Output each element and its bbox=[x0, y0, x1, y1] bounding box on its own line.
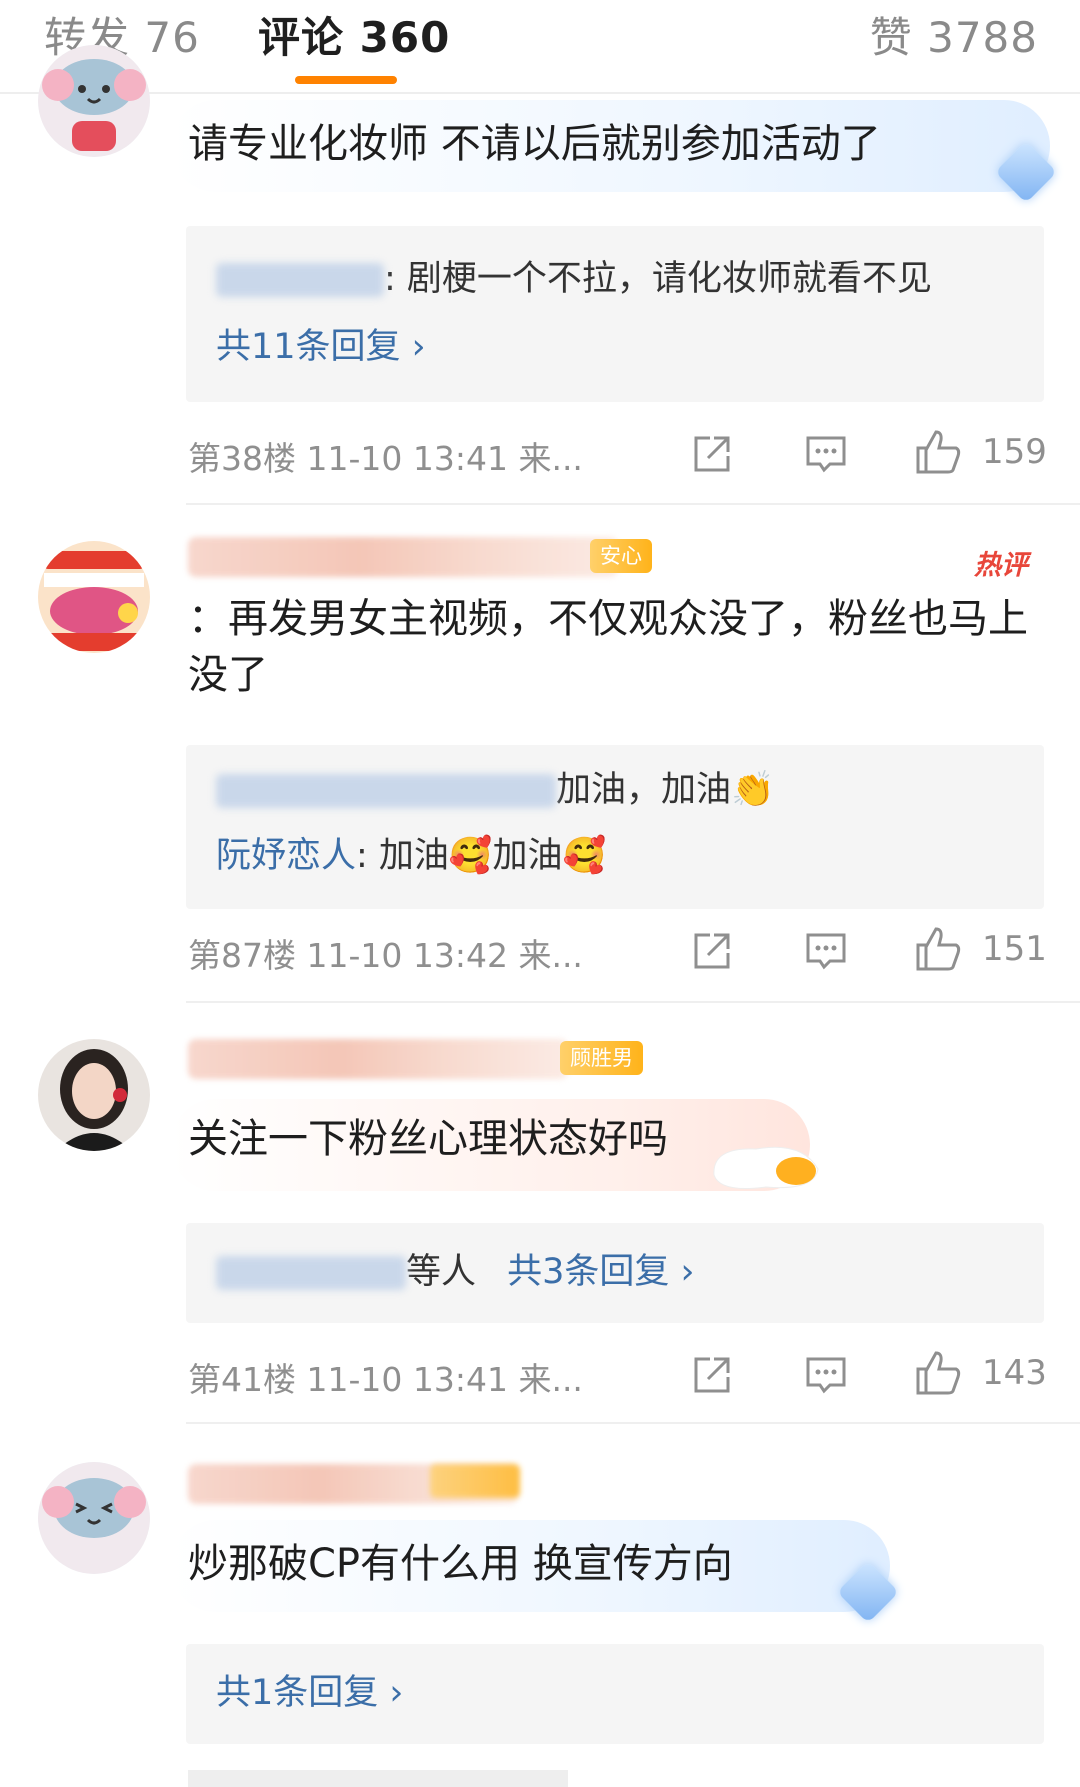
reply-line: : 剧梗一个不拉，请化妆师就看不见 bbox=[216, 254, 932, 304]
comment-icon[interactable] bbox=[802, 927, 850, 975]
redacted-username bbox=[188, 537, 618, 577]
avatar[interactable] bbox=[38, 45, 150, 157]
reply-preview[interactable]: 等人 共3条回复 › bbox=[186, 1223, 1044, 1323]
share-icon[interactable] bbox=[688, 927, 736, 975]
avatar[interactable] bbox=[38, 1039, 150, 1151]
reply-text: : 剧梗一个不拉，请化妆师就看不见 bbox=[384, 259, 932, 299]
hot-comment-label: 热评 bbox=[974, 550, 1028, 581]
like-icon[interactable] bbox=[914, 1349, 962, 1397]
like-count: 159 bbox=[982, 432, 1047, 472]
reply-preview[interactable]: 加油，加油👏 阮妤恋人: 加油🥰加油🥰 bbox=[186, 745, 1044, 909]
comment-text: ：再发男女主视频，不仅观众没了，粉丝也马上没了 bbox=[188, 596, 1028, 698]
reply-text: 加油，加油👏 bbox=[556, 770, 775, 810]
comment-item: 顾胜男 关注一下粉丝心理状态好吗 等人 共3条回复 › 第41楼 11-10 1… bbox=[0, 1003, 1080, 1424]
comment-meta: 第87楼 11-10 13:42 来... bbox=[188, 936, 583, 975]
comment-item: 请专业化妆师 不请以后就别参加活动了 : 剧梗一个不拉，请化妆师就看不见 共11… bbox=[0, 0, 1080, 505]
redacted-username bbox=[216, 1256, 406, 1290]
comment-icon[interactable] bbox=[802, 430, 850, 478]
avatar[interactable] bbox=[38, 1462, 150, 1574]
share-icon[interactable] bbox=[688, 1351, 736, 1399]
redacted-username bbox=[216, 774, 556, 808]
redacted-username bbox=[216, 263, 384, 297]
reply-text: : 加油🥰加油🥰 bbox=[356, 836, 607, 876]
like-count: 151 bbox=[982, 929, 1047, 969]
reply-text: 等人 bbox=[406, 1252, 477, 1292]
more-replies-link[interactable]: 共3条回复 › bbox=[507, 1252, 694, 1292]
reply-username[interactable]: 阮妤恋人 bbox=[216, 836, 356, 876]
comment-meta: 第41楼 11-10 13:41 来... bbox=[188, 1360, 583, 1399]
more-replies-link[interactable]: 共1条回复 › bbox=[216, 1668, 403, 1718]
comment-meta: 第38楼 11-10 13:41 来... bbox=[188, 439, 583, 478]
like-icon[interactable] bbox=[914, 925, 962, 973]
comment-item: 安心 热评 ：再发男女主视频，不仅观众没了，粉丝也马上没了 加油，加油👏 阮妤恋… bbox=[0, 505, 1080, 1003]
redacted-username bbox=[188, 1039, 568, 1079]
fried-egg-icon bbox=[713, 1146, 819, 1189]
comment-text: 炒那破CP有什么用 换宣传方向 bbox=[188, 1541, 733, 1587]
reply-preview[interactable]: : 剧梗一个不拉，请化妆师就看不见 共11条回复 › bbox=[186, 226, 1044, 402]
comment-icon[interactable] bbox=[802, 1351, 850, 1399]
comment-text: 关注一下粉丝心理状态好吗 bbox=[188, 1116, 668, 1162]
like-icon[interactable] bbox=[914, 428, 962, 476]
share-icon[interactable] bbox=[688, 430, 736, 478]
avatar[interactable] bbox=[38, 541, 150, 653]
fan-badge: 顾胜男 bbox=[560, 1041, 643, 1075]
comment-meta-cutoff bbox=[188, 1770, 568, 1787]
fan-badge bbox=[430, 1464, 520, 1498]
more-replies-link[interactable]: 共11条回复 › bbox=[216, 322, 426, 372]
reply-line: 阮妤恋人: 加油🥰加油🥰 bbox=[216, 831, 606, 881]
comment-text: 请专业化妆师 不请以后就别参加活动了 bbox=[188, 121, 881, 167]
reply-line: 等人 共3条回复 › bbox=[216, 1247, 695, 1297]
like-count: 143 bbox=[982, 1353, 1047, 1393]
comment-item: 炒那破CP有什么用 换宣传方向 共1条回复 › bbox=[0, 1424, 1080, 1787]
reply-line: 加油，加油👏 bbox=[216, 765, 775, 815]
fan-badge: 安心 bbox=[590, 539, 652, 573]
reply-preview[interactable]: 共1条回复 › bbox=[186, 1644, 1044, 1744]
